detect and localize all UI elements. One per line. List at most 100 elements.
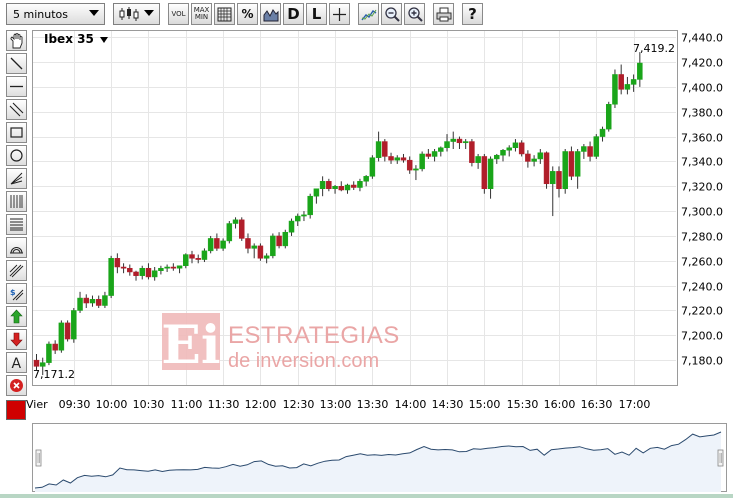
x-tick-label: 14:30	[432, 398, 464, 411]
candle-down	[189, 254, 195, 259]
y-tick-label: 7,260.0	[681, 256, 723, 269]
candle-up	[624, 84, 631, 90]
candle-down	[587, 146, 593, 157]
candle-up	[593, 136, 600, 157]
candle-down	[52, 343, 58, 351]
candle-down	[338, 186, 345, 191]
candle-up	[574, 151, 581, 177]
candle-up	[39, 362, 46, 367]
watermark-logo-text: Ei	[161, 315, 220, 376]
candle-up	[612, 74, 618, 105]
x-tick-label: Vier	[26, 398, 48, 411]
candle-up	[605, 104, 612, 130]
y-tick-label: 7,360.0	[681, 132, 723, 145]
candle-down	[170, 266, 177, 269]
candle-down	[239, 219, 245, 239]
candle-up	[158, 267, 164, 271]
navigator-left-handle[interactable]	[35, 449, 42, 467]
candle-down	[382, 141, 388, 157]
candle-up	[102, 295, 108, 306]
candle-down	[556, 171, 562, 189]
candle-down	[127, 267, 133, 273]
y-tick-label: 7,280.0	[681, 231, 723, 244]
candle-up	[500, 149, 506, 156]
candle-up	[220, 240, 226, 249]
candle-up	[164, 266, 170, 269]
color-picker-swatch[interactable]	[6, 400, 26, 420]
y-tick-label: 7,300.0	[681, 206, 723, 219]
candle-up	[512, 142, 519, 149]
candle-up	[630, 79, 637, 85]
candle-up	[71, 310, 77, 340]
candle-up	[183, 254, 189, 267]
candle-up	[108, 258, 114, 296]
candle-up	[226, 223, 233, 242]
candle-down	[425, 153, 432, 157]
navigator-area	[35, 432, 721, 492]
candle-down	[257, 245, 264, 259]
candle-down	[400, 157, 407, 161]
x-tick-label: 16:00	[544, 398, 576, 411]
candle-up	[332, 186, 338, 189]
candle-up	[288, 220, 295, 233]
candle-up	[282, 231, 289, 247]
candle-down	[456, 138, 463, 144]
candle-up	[438, 147, 444, 152]
candle-up	[251, 245, 257, 249]
symbol-title[interactable]: Ibex 35	[44, 32, 94, 46]
candle-up	[307, 195, 313, 216]
x-tick-label: 09:30	[59, 398, 91, 411]
x-tick-label: 17:00	[619, 398, 651, 411]
candle-up	[207, 238, 214, 252]
candle-down	[618, 74, 624, 90]
candle-up	[494, 154, 500, 160]
candle-down	[406, 159, 413, 171]
candle-up	[151, 270, 158, 278]
x-tick-label: 10:30	[133, 398, 165, 411]
candle-up	[599, 128, 606, 137]
candle-up	[294, 215, 301, 222]
y-tick-label: 7,440.0	[681, 32, 723, 45]
candle-down	[83, 297, 90, 304]
watermark-subtitle: de inversion.com	[228, 350, 379, 372]
y-tick-label: 7,240.0	[681, 281, 723, 294]
candle-down	[33, 359, 40, 367]
navigator-right-handle[interactable]	[717, 449, 724, 467]
candle-down	[518, 142, 525, 155]
candle-up	[475, 156, 481, 163]
candle-down	[326, 181, 332, 189]
candle-down	[64, 322, 71, 340]
first-price-label: 7,171.2	[33, 368, 75, 381]
x-tick-label: 15:00	[469, 398, 501, 411]
candle-up	[301, 214, 307, 217]
x-tick-label: 12:30	[283, 398, 315, 411]
candle-down	[245, 238, 251, 249]
candle-up	[375, 141, 382, 158]
x-tick-label: 14:00	[395, 398, 427, 411]
chevron-down-icon[interactable]	[100, 37, 108, 43]
candle-down	[145, 267, 152, 278]
candle-down	[568, 151, 575, 177]
y-tick-label: 7,420.0	[681, 57, 723, 70]
y-tick-label: 7,320.0	[681, 181, 723, 194]
x-tick-label: 10:00	[96, 398, 128, 411]
candle-up	[531, 158, 537, 162]
y-tick-label: 7,380.0	[681, 107, 723, 120]
candle-down	[350, 184, 357, 188]
x-tick-label: 15:30	[507, 398, 539, 411]
candle-up	[431, 151, 438, 157]
price-chart[interactable]: 7,180.0 7,200.0 7,220.0 7,240.0 7,260.0 7,280…	[0, 0, 733, 420]
candle-up	[363, 176, 369, 182]
candle-up	[201, 250, 208, 260]
candle-up	[89, 299, 96, 304]
x-tick-label: 11:30	[208, 398, 240, 411]
candle-up	[46, 343, 52, 363]
y-tick-label: 7,400.0	[681, 82, 723, 95]
candle-up	[58, 322, 65, 351]
navigator-chart[interactable]	[33, 424, 728, 493]
candle-down	[195, 258, 201, 260]
candle-up	[506, 147, 512, 151]
navigator-panel[interactable]	[32, 423, 727, 492]
bottom-divider	[0, 494, 733, 498]
candle-up	[581, 146, 587, 152]
